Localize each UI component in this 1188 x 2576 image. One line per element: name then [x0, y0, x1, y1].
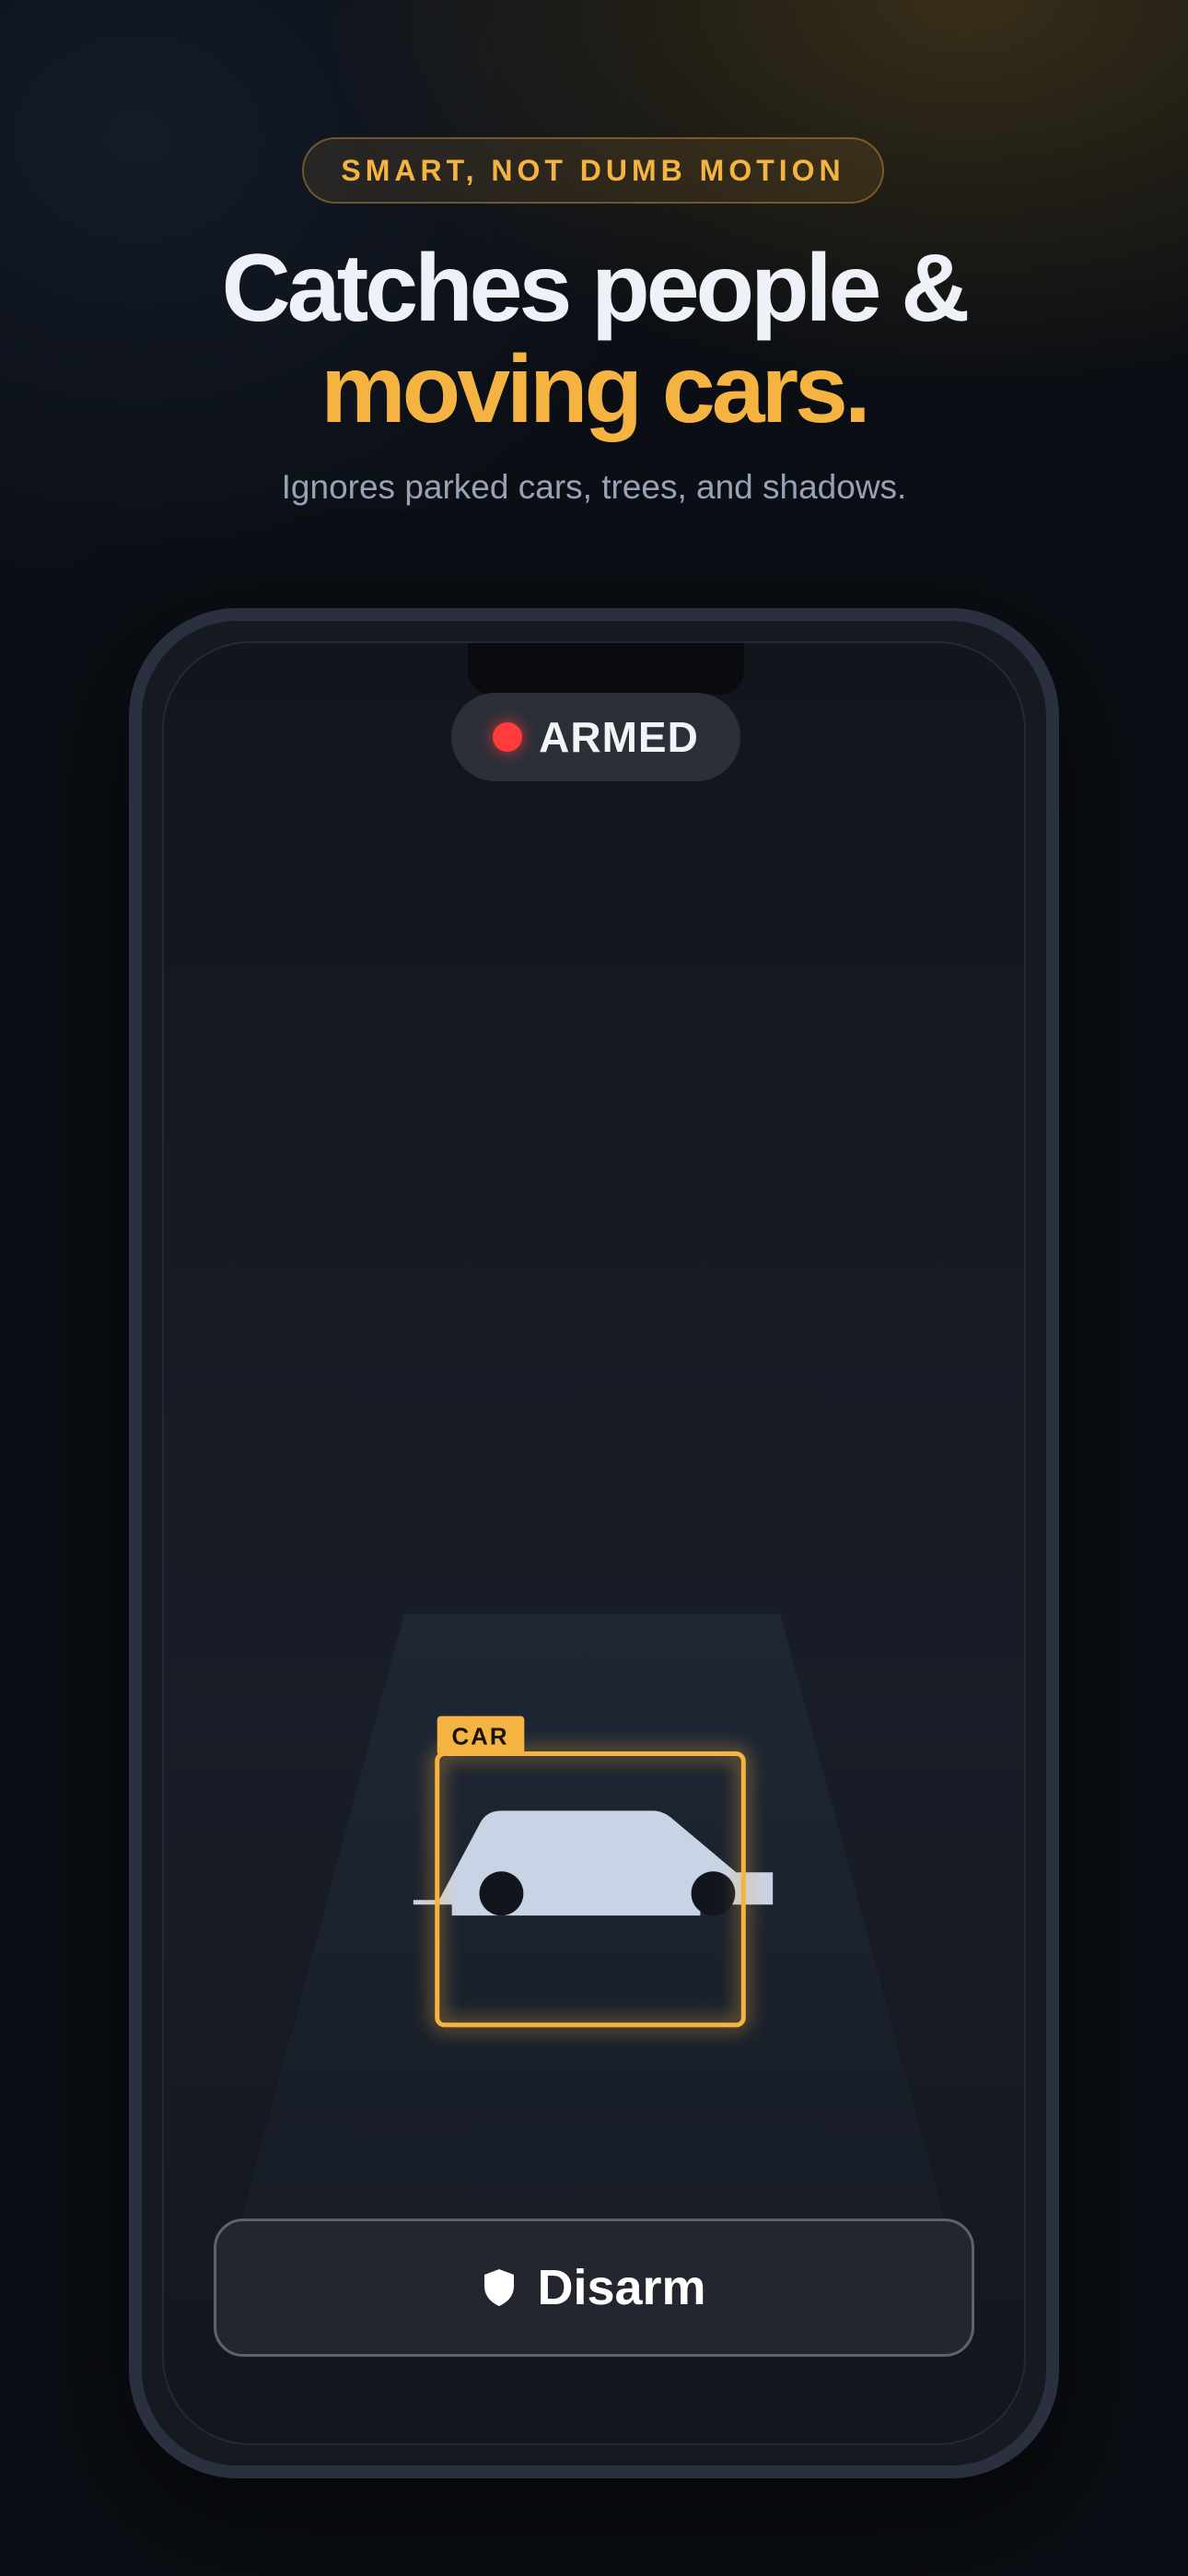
- shield-icon: [484, 2269, 515, 2306]
- armed-status-text: ARMED: [539, 713, 699, 761]
- headline-line-1: Catches people &: [221, 235, 971, 342]
- disarm-button[interactable]: Disarm: [214, 2219, 974, 2357]
- detection-label: CAR: [452, 1725, 509, 1751]
- subtitle: Ignores parked cars, trees, and shadows.: [281, 468, 907, 506]
- camera-scene: CAR: [229, 1613, 957, 2262]
- armed-indicator-dot: [493, 722, 523, 752]
- road-surface: [229, 1613, 957, 2262]
- phone-notch: [468, 643, 744, 695]
- eyebrow-text: SMART, NOT DUMB MOTION: [341, 153, 845, 187]
- armed-status-pill: ARMED: [451, 693, 740, 781]
- headline: Catches people & moving cars.: [0, 238, 1188, 440]
- headline-line-2: moving cars.: [320, 336, 871, 443]
- car-wheel-back: [691, 1871, 736, 1916]
- eyebrow-badge: SMART, NOT DUMB MOTION: [302, 137, 884, 204]
- disarm-button-label: Disarm: [537, 2260, 706, 2315]
- phone-mockup: CAR ARMED Disarm: [129, 608, 1059, 2478]
- car-wheel-front: [479, 1871, 524, 1916]
- phone-screen: CAR ARMED Disarm: [162, 641, 1026, 2445]
